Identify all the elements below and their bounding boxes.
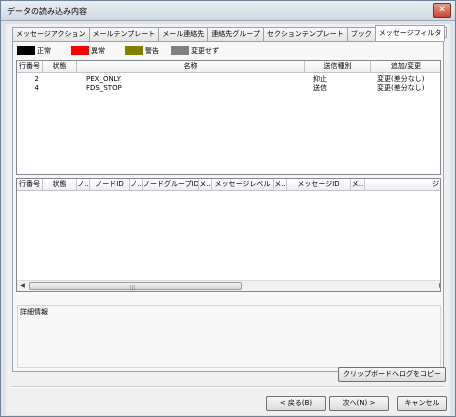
column-header-send-type[interactable]: 送信種別	[305, 61, 371, 73]
legend-label: 警告	[145, 47, 159, 55]
scroll-left-arrow-icon[interactable]: ◀	[18, 282, 27, 290]
condition-grid: 行番号 状態 ノ.. ノードID ノ.. ノードグループID メ.. メッセージ…	[16, 178, 441, 292]
column-header-row-number[interactable]: 行番号	[17, 179, 43, 191]
copy-log-button[interactable]: クリップボードへログをコピー	[338, 367, 446, 382]
column-header-node-flag[interactable]: ノ..	[77, 179, 90, 191]
column-header-node-id[interactable]: ノードID	[90, 179, 130, 191]
import-dialog: データの読み込み内容 ✕ メッセージアクション メールテンプレート メール連絡先…	[0, 0, 456, 417]
cell-add-change: 変更(差分なし)	[377, 84, 425, 92]
tab-book[interactable]: ブック	[346, 27, 376, 41]
close-button[interactable]: ✕	[433, 3, 451, 18]
cell-send-type: 送信	[313, 84, 327, 92]
cell-name: PEX_ONLY	[86, 75, 121, 83]
column-header-message-level-flag[interactable]: メ..	[199, 179, 212, 191]
column-header-name[interactable]: 名称	[77, 61, 305, 73]
column-header-node-group-flag[interactable]: ノ..	[130, 179, 143, 191]
column-header-message-id[interactable]: メッセージID	[287, 179, 351, 191]
column-header-add-change[interactable]: 追加/変更	[371, 61, 440, 73]
scrollbar-thumb[interactable]: |||	[29, 282, 242, 291]
tab-message-action[interactable]: メッセージアクション	[12, 27, 90, 41]
cell-status	[43, 75, 77, 84]
legend-label: 異常	[91, 47, 105, 55]
next-button[interactable]: 次へ(N) >	[329, 396, 389, 411]
column-header-message-id-flag[interactable]: メ..	[274, 179, 287, 191]
legend-swatch	[17, 46, 35, 55]
tab-contact-group[interactable]: 連絡先グループ	[207, 27, 264, 41]
tab-strip: メッセージアクション メールテンプレート メール連絡先 連絡先グループ セクショ…	[12, 25, 446, 41]
dialog-content: メッセージアクション メールテンプレート メール連絡先 連絡先グループ セクショ…	[6, 24, 450, 415]
tab-message-filter[interactable]: メッセージフィルタ	[374, 25, 446, 41]
cancel-button[interactable]: キャンセル	[397, 396, 447, 411]
details-label: 詳細情報	[20, 308, 48, 316]
tab-section-template[interactable]: セクションテンプレート	[262, 27, 348, 41]
cell-row-number: 4	[34, 84, 39, 92]
window-title: データの読み込み内容	[7, 7, 87, 16]
horizontal-scrollbar[interactable]: ◀ ||| ▶	[17, 280, 440, 291]
tab-panel: 正常 異常 警告 変更せず 行番号 状態 名称 送信種別 追加/変更 2 PEX…	[12, 41, 444, 372]
scroll-right-arrow-icon[interactable]: ▶	[437, 282, 440, 290]
cell-send-type: 抑止	[313, 75, 327, 83]
column-header-status[interactable]: 状態	[43, 179, 77, 191]
legend-swatch	[71, 46, 89, 55]
details-panel: 詳細情報	[17, 305, 441, 368]
tab-mail-template[interactable]: メールテンプレート	[88, 27, 160, 41]
grip-icon: |||	[130, 285, 136, 291]
cell-status	[43, 84, 77, 93]
legend-swatch	[125, 46, 143, 55]
legend-swatch	[171, 46, 189, 55]
tab-mail-contact[interactable]: メール連絡先	[158, 27, 209, 41]
divider	[12, 386, 444, 388]
cell-row-number: 2	[34, 75, 39, 83]
legend-label: 変更せず	[191, 47, 219, 55]
column-header-node-group-id[interactable]: ノードグループID	[143, 179, 199, 191]
column-header-message-flag[interactable]: メ..	[351, 179, 365, 191]
title-bar: データの読み込み内容 ✕	[1, 1, 455, 21]
filter-grid: 行番号 状態 名称 送信種別 追加/変更 2 PEX_ONLY 抑止 変更(差分…	[16, 60, 441, 175]
column-header-status[interactable]: 状態	[43, 61, 77, 73]
column-header-overflow[interactable]: ジ	[365, 179, 440, 191]
column-header-row-number[interactable]: 行番号	[17, 61, 43, 73]
column-header-message-level[interactable]: メッセージレベル	[212, 179, 274, 191]
cell-add-change: 変更(差分なし)	[377, 75, 425, 83]
cell-name: FDS_STOP	[86, 84, 122, 92]
legend-label: 正常	[37, 47, 51, 55]
back-button[interactable]: < 戻る(B)	[266, 396, 326, 411]
